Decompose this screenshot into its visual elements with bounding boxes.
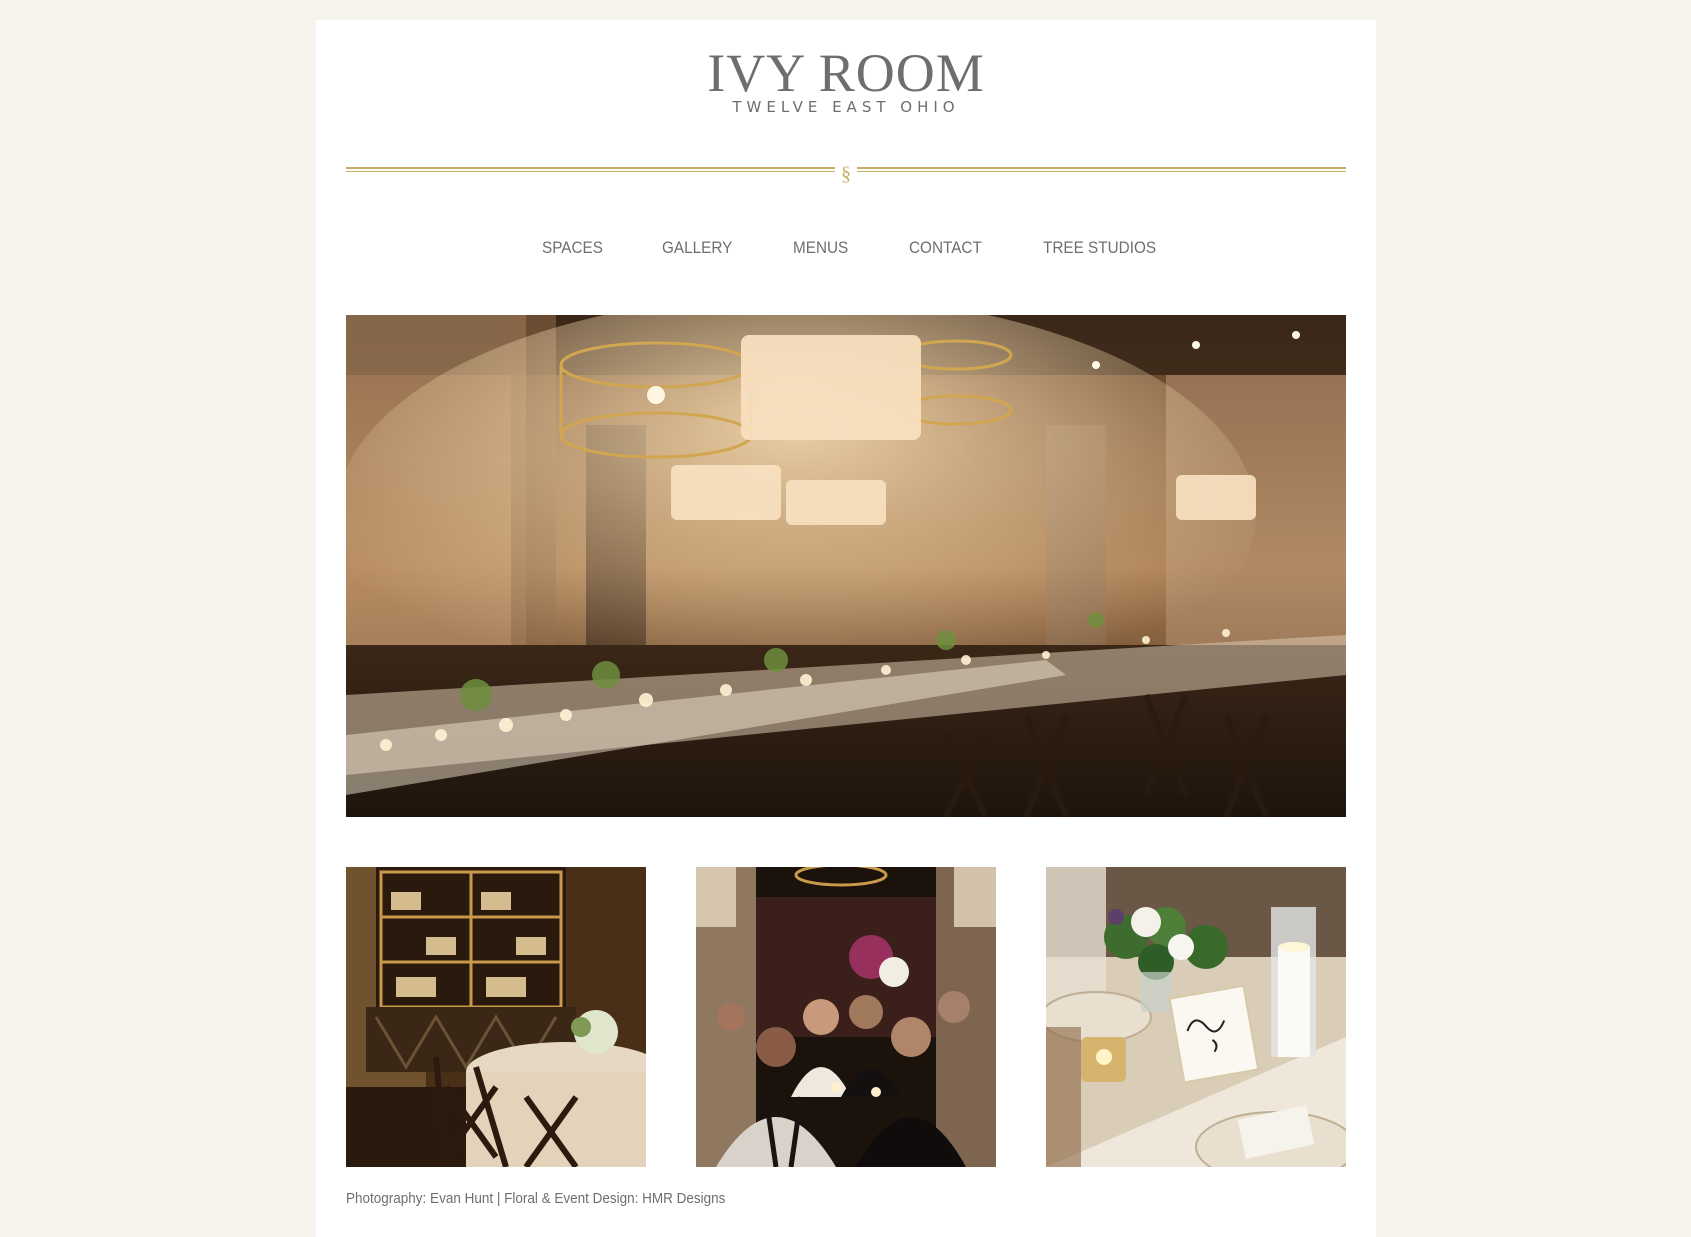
photo-credits: Photography: Evan Hunt | Floral & Event …: [346, 1190, 726, 1207]
nav-item-gallery[interactable]: GALLERY: [662, 233, 732, 263]
nav-item-spaces[interactable]: SPACES: [542, 233, 603, 263]
nav-item-contact[interactable]: CONTACT: [909, 233, 982, 263]
page-card: IVY ROOM TWELVE EAST OHIO § SPACES GALLE…: [316, 20, 1376, 1237]
divider-left: [346, 167, 835, 172]
gallery-thumb-guests[interactable]: [696, 867, 996, 1167]
logo-title[interactable]: IVY ROOM: [316, 46, 1376, 100]
logo-subtitle: TWELVE EAST OHIO: [732, 98, 960, 116]
wedding-guests-image: [696, 867, 996, 1167]
section-emblem-icon: §: [841, 163, 851, 185]
dining-room-image: [346, 315, 1346, 817]
gallery-thumb-table[interactable]: [1046, 867, 1346, 1167]
bar-table-image: [346, 867, 646, 1167]
nav-item-tree-studios[interactable]: TREE STUDIOS: [1043, 233, 1156, 263]
nav-item-menus[interactable]: MENUS: [793, 233, 848, 263]
main-nav: SPACES GALLERY MENUS CONTACT TREE STUDIO…: [316, 233, 1376, 263]
divider-right: [857, 167, 1346, 172]
table-setting-image: [1046, 867, 1346, 1167]
hero-photo: [346, 315, 1346, 817]
gallery-thumb-bar[interactable]: [346, 867, 646, 1167]
